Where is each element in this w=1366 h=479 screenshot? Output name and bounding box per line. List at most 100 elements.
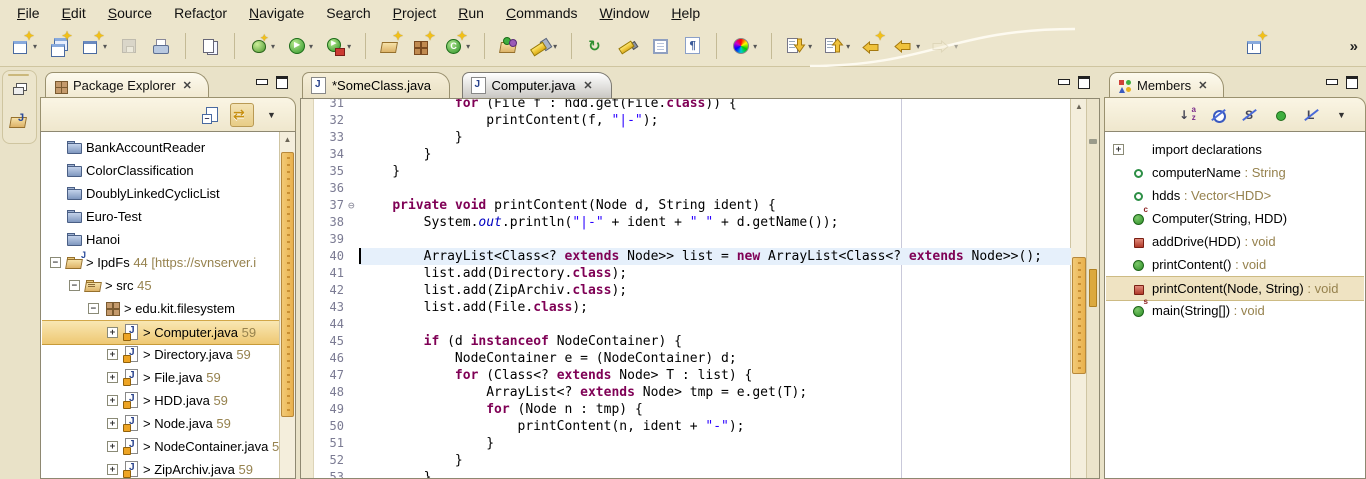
tree-item-hanoi[interactable]: Hanoi	[42, 228, 279, 251]
overview-ruler[interactable]	[1086, 99, 1099, 478]
hide-fields-button[interactable]	[1207, 103, 1231, 127]
minimize-icon[interactable]	[1058, 79, 1070, 85]
menu-commands[interactable]: Commands	[495, 2, 589, 24]
mark-occurrences-button[interactable]	[613, 32, 643, 60]
overview-marker[interactable]	[1089, 269, 1097, 307]
overview-marker[interactable]	[1089, 139, 1097, 144]
back-button[interactable]: ▾	[889, 32, 925, 60]
close-icon[interactable]: ✕	[1198, 79, 1207, 92]
menu-navigate[interactable]: Navigate	[238, 2, 315, 24]
fold-collapse-icon[interactable]: ⊖	[348, 197, 360, 214]
menu-run[interactable]: Run	[447, 2, 495, 24]
new-editor-button[interactable]: ✦	[44, 32, 74, 60]
new-button[interactable]: ✦▾	[6, 32, 42, 60]
dropdown-arrow-icon[interactable]: ▾	[753, 42, 757, 51]
minimize-icon[interactable]	[1326, 79, 1338, 85]
hide-static-button[interactable]: S	[1238, 103, 1262, 127]
view-menu-button[interactable]: ▼	[261, 103, 285, 127]
open-type-button[interactable]	[494, 32, 524, 60]
member-item-computer-string-hdd-[interactable]: cComputer(String, HDD)	[1106, 207, 1364, 230]
maximize-icon[interactable]	[1346, 76, 1358, 89]
forward-button[interactable]: ▾	[927, 32, 963, 60]
collapse-all-button[interactable]: −	[199, 103, 223, 127]
menu-window[interactable]: Window	[589, 2, 661, 24]
package-explorer-scrollbar[interactable]: ▲	[279, 132, 295, 478]
member-item-computername[interactable]: computerName : String	[1106, 161, 1364, 184]
expand-icon[interactable]: +	[107, 464, 118, 475]
tree-item-hdd-java[interactable]: +J> HDD.java 59	[42, 389, 279, 412]
collapse-icon[interactable]: −	[69, 280, 80, 291]
menu-project[interactable]: Project	[382, 2, 448, 24]
tree-item-ipdfs[interactable]: −J> IpdFs 44 [https://svnserver.i	[42, 251, 279, 274]
show-whitespace-button[interactable]: ¶	[677, 32, 707, 60]
dropdown-arrow-icon[interactable]: ▾	[954, 42, 958, 51]
tree-item-bankaccountreader[interactable]: BankAccountReader	[42, 136, 279, 159]
external-tools-button[interactable]: ▶▾	[320, 32, 356, 60]
new-java-project-button[interactable]: ✦	[375, 32, 405, 60]
previous-annotation-button[interactable]: ▾	[819, 32, 855, 60]
code-editor[interactable]: ▲ 31 for (File f : hdd.get(File.class)) …	[300, 98, 1100, 479]
maximize-icon[interactable]	[1078, 76, 1090, 89]
tree-item-euro-test[interactable]: Euro-Test	[42, 205, 279, 228]
collapse-icon[interactable]: −	[88, 303, 99, 314]
member-item-import-declarations[interactable]: +import declarations	[1106, 138, 1364, 161]
editor-tab-computer-java[interactable]: JComputer.java✕	[462, 72, 612, 98]
close-icon[interactable]: ✕	[583, 79, 592, 92]
maximize-icon[interactable]	[276, 76, 288, 89]
menu-edit[interactable]: Edit	[51, 2, 97, 24]
dropdown-arrow-icon[interactable]: ▾	[347, 42, 351, 51]
debug-button[interactable]: ✦▾	[244, 32, 280, 60]
restore-view-button[interactable]	[9, 80, 31, 102]
member-item-hdds[interactable]: hdds : Vector<HDD>	[1106, 184, 1364, 207]
tree-item-ziparchiv-java[interactable]: +J> ZipArchiv.java 59	[42, 458, 279, 479]
save-button[interactable]	[114, 32, 144, 60]
dropdown-arrow-icon[interactable]: ▾	[846, 42, 850, 51]
menu-help[interactable]: Help	[660, 2, 711, 24]
link-with-editor-button[interactable]: ⇄	[230, 103, 254, 127]
collapse-icon[interactable]: −	[50, 257, 61, 268]
editor-tab--someclass-java[interactable]: J*SomeClass.java	[302, 72, 450, 98]
dropdown-arrow-icon[interactable]: ▾	[271, 42, 275, 51]
member-item-printcontent-node-string-[interactable]: printContent(Node, String) : void	[1106, 276, 1364, 301]
dropdown-arrow-icon[interactable]: ▾	[916, 42, 920, 51]
tree-item-nodecontainer-java[interactable]: +J> NodeContainer.java 59	[42, 435, 279, 458]
members-tab[interactable]: Members ✕	[1109, 72, 1224, 98]
hide-local-types-button[interactable]: L	[1300, 103, 1324, 127]
tree-item-colorclassification[interactable]: ColorClassification	[42, 159, 279, 182]
relaunch-button[interactable]: ↻	[581, 32, 611, 60]
menu-source[interactable]: Source	[97, 2, 163, 24]
new-package-button[interactable]: ✦	[407, 32, 437, 60]
print-button[interactable]	[146, 32, 176, 60]
dropdown-arrow-icon[interactable]: ▾	[808, 42, 812, 51]
expand-icon[interactable]: +	[107, 441, 118, 452]
menu-refactor[interactable]: Refactor	[163, 2, 238, 24]
color-palette-button[interactable]: ▾	[726, 32, 762, 60]
dropdown-arrow-icon[interactable]: ▾	[309, 42, 313, 51]
tree-item-directory-java[interactable]: +J> Directory.java 59	[42, 343, 279, 366]
member-item-printcontent-[interactable]: printContent() : void	[1106, 253, 1364, 276]
run-button[interactable]: ▶▾	[282, 32, 318, 60]
expand-icon[interactable]: +	[107, 349, 118, 360]
expand-icon[interactable]: +	[107, 327, 118, 338]
new-class-button[interactable]: C✦▾	[439, 32, 475, 60]
scrollbar-thumb[interactable]	[281, 152, 294, 417]
expand-icon[interactable]: +	[107, 372, 118, 383]
open-perspective-button[interactable]: ✦	[1240, 32, 1270, 60]
tree-item-src[interactable]: −> src 45	[42, 274, 279, 297]
expand-icon[interactable]: +	[1113, 144, 1124, 155]
show-public-button[interactable]	[1269, 103, 1293, 127]
java-perspective-button[interactable]: J	[9, 111, 31, 133]
minimize-icon[interactable]	[256, 79, 268, 85]
expand-icon[interactable]: +	[107, 395, 118, 406]
close-icon[interactable]: ✕	[183, 79, 192, 92]
show-selected-element-button[interactable]	[645, 32, 675, 60]
view-menu-button[interactable]: ▼	[1331, 103, 1355, 127]
scroll-up-arrow-icon[interactable]: ▲	[1071, 99, 1087, 114]
member-item-adddrive-hdd-[interactable]: addDrive(HDD) : void	[1106, 230, 1364, 253]
editor-scrollbar[interactable]: ▲	[1070, 99, 1087, 478]
toolbar-overflow-chevron[interactable]: »	[1350, 38, 1358, 55]
copy-view-button[interactable]	[195, 32, 225, 60]
new-view-button[interactable]: ✦▾	[76, 32, 112, 60]
menu-search[interactable]: Search	[315, 2, 381, 24]
sort-button[interactable]: ↓az	[1176, 103, 1200, 127]
